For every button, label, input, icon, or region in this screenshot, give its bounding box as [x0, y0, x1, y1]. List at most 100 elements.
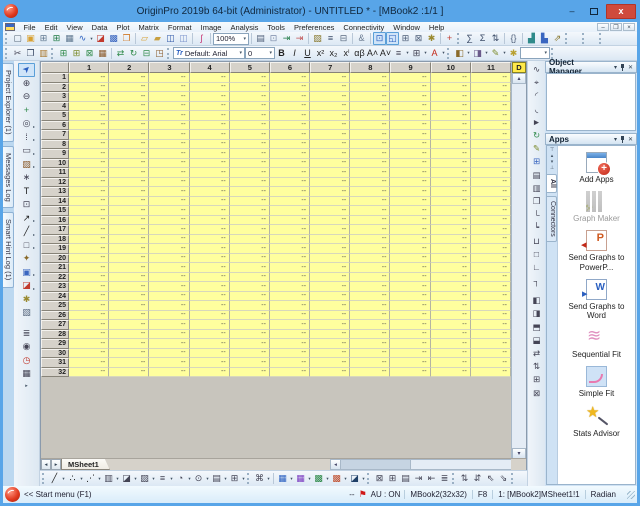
matrix-cell[interactable]: --: [230, 187, 270, 197]
matrix-cell[interactable]: --: [350, 292, 390, 302]
matrix-cell[interactable]: --: [350, 235, 390, 245]
chevron-down-icon[interactable]: ▾: [441, 50, 446, 56]
new-graph-button[interactable]: ◪: [94, 32, 107, 45]
matrix-cell[interactable]: --: [471, 206, 511, 216]
apps-pin-icon[interactable]: [620, 136, 625, 143]
decrease-font-button[interactable]: A˅: [379, 47, 392, 60]
matrix-cell[interactable]: --: [431, 187, 471, 197]
matrix-column-header[interactable]: 2: [109, 62, 149, 73]
matrix-cell[interactable]: --: [230, 339, 270, 349]
matrix-cell[interactable]: --: [270, 301, 310, 311]
matrix-cell[interactable]: --: [431, 273, 471, 283]
matrix-cell[interactable]: --: [190, 254, 230, 264]
surface-3d-plot-button[interactable]: ▦: [276, 472, 289, 485]
matrix-cell[interactable]: --: [431, 330, 471, 340]
matrix-cell[interactable]: --: [149, 130, 189, 140]
show-grid-button[interactable]: ⊞: [399, 32, 412, 45]
matrix-cell[interactable]: --: [109, 311, 149, 321]
corner-axes-tool[interactable]: ┐: [529, 274, 544, 287]
matrix-cell[interactable]: --: [471, 273, 511, 283]
apps-menu-icon[interactable]: ▾: [614, 136, 617, 143]
matrix-cell[interactable]: --: [471, 149, 511, 159]
matrix-cell[interactable]: --: [69, 159, 109, 169]
matrix-cell[interactable]: --: [390, 235, 430, 245]
line-plot-button[interactable]: ╱: [48, 472, 61, 485]
matrix-cell[interactable]: --: [230, 311, 270, 321]
matrix-cell[interactable]: --: [350, 206, 390, 216]
menu-data[interactable]: Data: [87, 23, 112, 32]
matrix-d-button[interactable]: D: [512, 62, 526, 73]
matrix-cell[interactable]: --: [350, 216, 390, 226]
matrix-cell[interactable]: --: [270, 197, 310, 207]
pointer-tool[interactable]: ➤: [18, 63, 35, 77]
record-tool[interactable]: ◉: [18, 340, 35, 354]
cut-button[interactable]: ✂: [11, 47, 24, 60]
menu-connectivity[interactable]: Connectivity: [339, 23, 389, 32]
shrink-matrix-button[interactable]: ⊟: [140, 47, 153, 60]
fill-color-button[interactable]: ◧: [453, 47, 466, 60]
matrix-cell[interactable]: --: [190, 225, 230, 235]
supersubscript-button[interactable]: xⁱ: [340, 47, 353, 60]
matrix-cell[interactable]: --: [350, 130, 390, 140]
matrix-cell[interactable]: --: [190, 330, 230, 340]
matrix-cell[interactable]: --: [109, 130, 149, 140]
matrix-cell[interactable]: --: [390, 159, 430, 169]
matrix-cell[interactable]: --: [190, 235, 230, 245]
matrix-cell[interactable]: --: [69, 263, 109, 273]
matrix-cell[interactable]: --: [69, 320, 109, 330]
matrix-cell[interactable]: --: [350, 73, 390, 83]
matrix-cell[interactable]: --: [149, 301, 189, 311]
matrix-cell[interactable]: --: [350, 244, 390, 254]
matrix-cell[interactable]: --: [270, 330, 310, 340]
draw-data-tool[interactable]: ∗: [18, 171, 35, 185]
matrix-cell[interactable]: --: [310, 216, 350, 226]
matrix-row-header[interactable]: 10: [41, 159, 69, 169]
matrix-cell[interactable]: --: [149, 330, 189, 340]
scroll-up-button[interactable]: ▴: [512, 73, 526, 84]
matrix-cell[interactable]: --: [270, 273, 310, 283]
data-movement-tool[interactable]: ◟: [529, 103, 544, 116]
matrix-row-header[interactable]: 3: [41, 92, 69, 102]
layer-align-right-tool[interactable]: ◨: [529, 307, 544, 320]
matrix-cell[interactable]: --: [431, 282, 471, 292]
matrix-cell[interactable]: --: [69, 225, 109, 235]
matrix-cell[interactable]: --: [390, 301, 430, 311]
matrix-cell[interactable]: --: [350, 339, 390, 349]
rotate-90-ccw-button[interactable]: ⇖: [484, 472, 497, 485]
layer-move-tool[interactable]: ⇅: [529, 360, 544, 373]
matrix-cell[interactable]: --: [190, 320, 230, 330]
matrix-cell[interactable]: --: [149, 187, 189, 197]
insert-image-tool[interactable]: ▣▸: [18, 266, 35, 280]
matrix-cell[interactable]: --: [431, 92, 471, 102]
matrix-cell[interactable]: --: [431, 178, 471, 188]
matrix-cell[interactable]: --: [149, 282, 189, 292]
matrix-row-header[interactable]: 4: [41, 102, 69, 112]
matrix-cell[interactable]: --: [431, 159, 471, 169]
app-send-graphs-to-powerpoint[interactable]: Send Graphs to PowerP...: [562, 230, 632, 271]
master-items-button[interactable]: ≡: [324, 32, 337, 45]
column-plot-button[interactable]: ▥: [102, 472, 115, 485]
new-layout-button[interactable]: ❐: [120, 32, 133, 45]
resize-grip[interactable]: [627, 491, 635, 499]
arrow-tool[interactable]: ↗▸: [18, 212, 35, 226]
au-status-badge[interactable]: AU : ON: [371, 490, 401, 499]
matrix-column-header[interactable]: 3: [149, 62, 189, 73]
matrix-cell[interactable]: --: [69, 273, 109, 283]
matrix-cell[interactable]: --: [350, 368, 390, 378]
matrix-cell[interactable]: --: [69, 92, 109, 102]
toolbar-handle[interactable]: [457, 33, 461, 44]
properties-button[interactable]: ≣: [438, 472, 451, 485]
matrix-cell[interactable]: --: [310, 225, 350, 235]
transpose-matrix-button[interactable]: ⇄: [114, 47, 127, 60]
matrix-cell[interactable]: --: [431, 235, 471, 245]
matrix-cell[interactable]: --: [350, 83, 390, 93]
matrix-cell[interactable]: --: [390, 320, 430, 330]
merge-cells-button[interactable]: ⊞: [410, 47, 423, 60]
area-plot-button[interactable]: ◪: [120, 472, 133, 485]
matrix-cell[interactable]: --: [431, 244, 471, 254]
matrix-cell[interactable]: --: [230, 159, 270, 169]
matrix-cell[interactable]: --: [270, 263, 310, 273]
matrix-cell[interactable]: --: [230, 92, 270, 102]
matrix-cell[interactable]: --: [190, 282, 230, 292]
new-workbook-button[interactable]: ⊞: [37, 32, 50, 45]
